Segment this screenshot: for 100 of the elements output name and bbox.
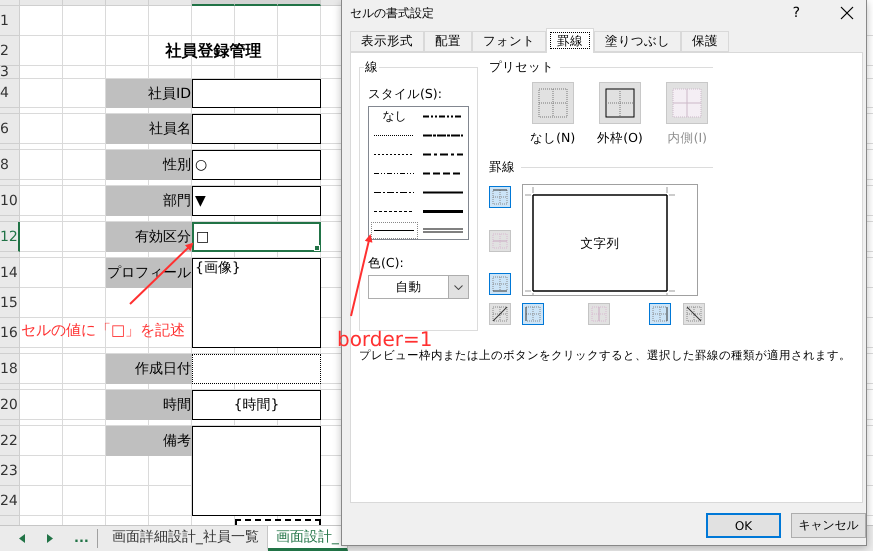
triangle-right-icon <box>47 534 53 543</box>
line-sample-icon <box>422 114 463 119</box>
border-toggle-button[interactable] <box>649 303 671 325</box>
row-header[interactable]: 24 <box>0 486 20 516</box>
input-cell[interactable]: ○ <box>192 150 321 180</box>
close-button[interactable] <box>838 4 856 22</box>
sheet-title: 社員登録管理 <box>164 40 262 62</box>
border-grid-icon <box>672 88 702 118</box>
help-button[interactable]: ? <box>788 5 804 21</box>
input-cell[interactable] <box>192 114 321 144</box>
line-sample-icon <box>374 133 414 138</box>
row-header[interactable]: 16 <box>0 318 20 348</box>
color-label: 色(C): <box>368 255 405 272</box>
line-sample-icon <box>374 209 414 214</box>
column-header[interactable] <box>235 0 278 6</box>
section-title: プリセット <box>489 59 554 76</box>
row-header[interactable]: 20 <box>0 390 20 420</box>
field-label: 備考 <box>106 426 192 456</box>
line-sample-icon <box>422 209 463 214</box>
line-sample-icon <box>422 171 463 176</box>
column-header[interactable] <box>278 0 321 6</box>
line-sample-icon <box>422 190 463 195</box>
row-header[interactable]: 12 <box>0 222 20 252</box>
field-label: 社員名 <box>106 114 192 144</box>
line-sample-icon <box>374 152 414 157</box>
border-edge-icon <box>492 306 508 322</box>
row-header[interactable]: 10 <box>0 186 20 216</box>
border-toggle-button[interactable] <box>522 303 544 325</box>
row-header[interactable]: 3 <box>0 66 20 79</box>
border-toggle-button[interactable] <box>489 273 511 295</box>
dialog-tab[interactable]: 配置 <box>424 31 472 52</box>
row-header[interactable]: 8 <box>0 150 20 180</box>
field-label: 社員ID <box>106 79 192 108</box>
triangle-left-icon <box>19 534 25 543</box>
border-edge-icon <box>492 276 508 292</box>
sheet-tab[interactable]: 画面設計_ <box>268 526 348 551</box>
input-cell[interactable] <box>192 426 321 516</box>
preset-label: 内側(I) <box>668 130 708 147</box>
row-header[interactable]: 6 <box>0 114 20 144</box>
border-toggle-button[interactable] <box>489 303 511 325</box>
color-dropdown[interactable]: 自動 <box>368 275 469 299</box>
section-title: 罫線 <box>489 159 515 176</box>
line-sample-icon <box>374 190 414 195</box>
field-label: 時間 <box>106 390 192 420</box>
annotation-text: セルの値に「□」を記述 <box>21 320 186 340</box>
preset-button[interactable] <box>598 82 641 124</box>
border-edge-icon <box>652 306 668 322</box>
row-header[interactable]: 1 <box>0 6 20 36</box>
dialog-tab[interactable]: 保護 <box>681 31 729 52</box>
row-header[interactable]: 14 <box>0 258 20 288</box>
field-label: 作成日付 <box>106 354 192 384</box>
line-style-option[interactable]: なし <box>370 107 418 126</box>
line-sample-icon <box>422 133 463 138</box>
border-edge-icon <box>525 306 541 322</box>
dialog-tab[interactable]: フォント <box>472 31 546 52</box>
border-toggle-button[interactable] <box>489 186 511 208</box>
input-cell[interactable]: {時間} <box>192 390 321 420</box>
style-label: スタイル(S): <box>368 86 443 103</box>
chevron-down-icon <box>454 284 463 290</box>
column-header[interactable] <box>192 0 235 6</box>
dialog-button[interactable]: キャンセル <box>791 513 866 538</box>
border-grid-icon <box>604 88 635 118</box>
preset-label: 外枠(O) <box>597 130 643 147</box>
more-sheets-button[interactable]: ... <box>70 526 93 551</box>
row-header[interactable]: 2 <box>0 36 20 66</box>
preview-text: 文字列 <box>580 236 620 250</box>
border-grid-icon <box>538 88 568 118</box>
dialog-title: セルの書式設定 <box>350 4 434 22</box>
border-toggle-button[interactable] <box>683 303 705 325</box>
border-edge-icon <box>492 232 508 248</box>
row-header[interactable]: 18 <box>0 354 20 384</box>
row-header[interactable]: 4 <box>0 79 20 108</box>
dialog-tab[interactable]: 塗りつぶし <box>594 31 681 52</box>
field-label: 有効区分 <box>106 222 192 252</box>
field-label: 部門 <box>106 186 192 216</box>
line-sample-icon <box>422 152 463 157</box>
field-label: 性別 <box>106 150 192 180</box>
input-cell[interactable] <box>192 79 321 108</box>
border-edge-icon <box>686 306 702 322</box>
dialog-tab[interactable]: 罫線 <box>546 28 594 53</box>
border-preview[interactable]: 文字列 <box>522 184 698 296</box>
input-cell[interactable]: □ <box>192 222 321 252</box>
hint-text: プレビュー枠内または上のボタンをクリックすると、選択した罫線の種類が適用されます。 <box>359 348 852 363</box>
dialog-button[interactable]: OK <box>706 513 781 538</box>
row-header[interactable]: 15 <box>0 288 20 318</box>
input-cell[interactable]: {画像} <box>192 258 321 348</box>
dialog-tab[interactable]: 表示形式 <box>350 31 424 52</box>
line-sample-icon <box>374 228 414 233</box>
group-title: 線 <box>364 59 379 76</box>
line-style-option[interactable] <box>370 221 418 240</box>
input-cell[interactable]: ▼ <box>192 186 321 216</box>
line-sample-icon <box>422 228 463 233</box>
border-edge-icon <box>492 189 508 205</box>
close-icon <box>840 6 854 20</box>
input-cell[interactable] <box>192 354 321 384</box>
border-edge-icon <box>591 306 607 322</box>
line-sample-icon <box>374 171 414 176</box>
row-header[interactable]: 22 <box>0 426 20 456</box>
preset-label: なし(N) <box>530 130 576 147</box>
row-header[interactable]: 23 <box>0 456 20 486</box>
